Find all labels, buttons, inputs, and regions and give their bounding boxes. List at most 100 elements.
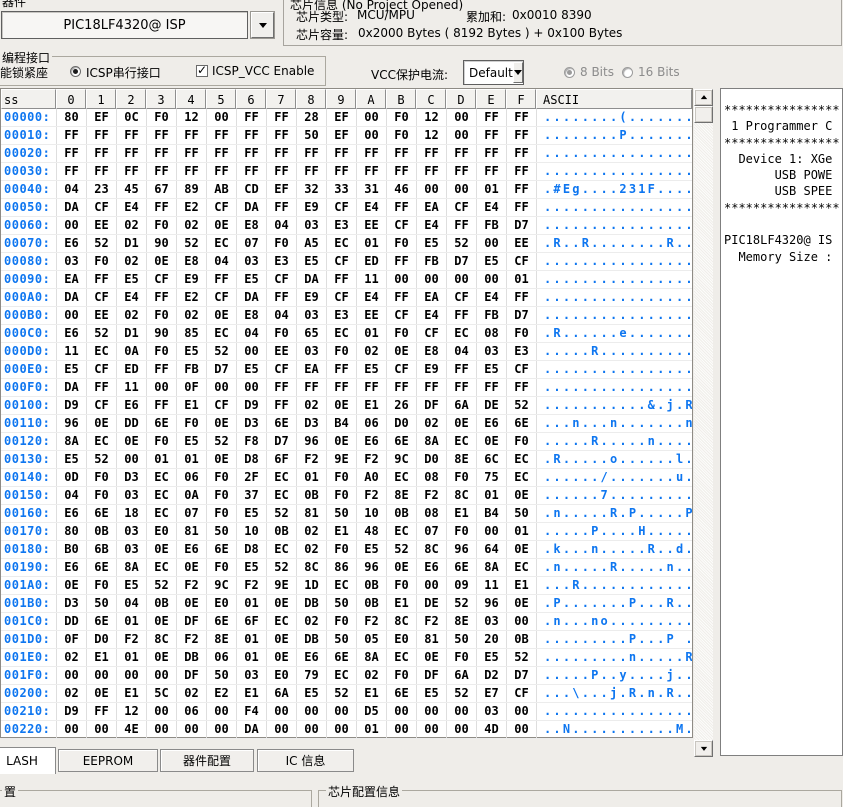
hex-byte[interactable]: 65: [296, 325, 326, 342]
hex-byte[interactable]: 06: [356, 415, 386, 432]
hex-byte[interactable]: 00: [416, 703, 446, 720]
hex-byte[interactable]: EE: [86, 217, 116, 234]
hex-byte[interactable]: 02: [296, 523, 326, 540]
hex-byte[interactable]: CF: [446, 199, 476, 216]
hex-byte[interactable]: E4: [116, 199, 146, 216]
hex-byte[interactable]: F2: [236, 577, 266, 594]
hex-byte[interactable]: 52: [146, 577, 176, 594]
hex-byte[interactable]: E4: [416, 307, 446, 324]
hex-byte[interactable]: DF: [176, 667, 206, 684]
hex-byte[interactable]: 11: [476, 577, 506, 594]
hex-byte[interactable]: 52: [86, 451, 116, 468]
hex-byte[interactable]: 07: [236, 235, 266, 252]
hex-byte[interactable]: 0E: [206, 307, 236, 324]
row-ascii[interactable]: .#Eg....231F....: [536, 181, 692, 198]
hex-byte[interactable]: E2: [176, 289, 206, 306]
hex-byte[interactable]: E5: [356, 361, 386, 378]
hex-byte[interactable]: 26: [386, 397, 416, 414]
hex-byte[interactable]: 08: [476, 325, 506, 342]
hex-byte[interactable]: E1: [446, 505, 476, 522]
hex-byte[interactable]: D2: [476, 667, 506, 684]
hex-byte[interactable]: 02: [176, 307, 206, 324]
hex-byte[interactable]: FF: [446, 145, 476, 162]
hex-byte[interactable]: 0F: [56, 631, 86, 648]
hex-byte[interactable]: 8A: [56, 433, 86, 450]
hex-byte[interactable]: FF: [326, 145, 356, 162]
hex-byte[interactable]: A0: [356, 469, 386, 486]
hex-byte[interactable]: 5C: [146, 685, 176, 702]
hex-byte[interactable]: 67: [146, 181, 176, 198]
hex-byte[interactable]: 00: [386, 721, 416, 738]
hex-byte[interactable]: 8E: [386, 487, 416, 504]
hex-byte[interactable]: EC: [326, 325, 356, 342]
hex-byte[interactable]: 90: [146, 325, 176, 342]
row-ascii[interactable]: ................: [536, 307, 692, 324]
hex-byte[interactable]: DA: [296, 271, 326, 288]
hex-byte[interactable]: F0: [146, 343, 176, 360]
hex-byte[interactable]: 04: [266, 217, 296, 234]
hex-byte[interactable]: 04: [206, 253, 236, 270]
hex-byte[interactable]: 8E: [446, 451, 476, 468]
hex-byte[interactable]: FF: [416, 145, 446, 162]
hex-byte[interactable]: ED: [356, 253, 386, 270]
hex-byte[interactable]: 32: [296, 181, 326, 198]
hex-byte[interactable]: 0B: [386, 505, 416, 522]
hex-byte[interactable]: FF: [146, 145, 176, 162]
hex-byte[interactable]: EC: [446, 325, 476, 342]
hex-byte[interactable]: D8: [236, 541, 266, 558]
hex-byte[interactable]: 04: [56, 181, 86, 198]
hex-byte[interactable]: 0E: [386, 343, 416, 360]
hex-byte[interactable]: 00: [296, 703, 326, 720]
hex-byte[interactable]: 23: [86, 181, 116, 198]
hex-byte[interactable]: 03: [296, 343, 326, 360]
hex-byte[interactable]: E6: [56, 505, 86, 522]
icsp-vcc-checkbox[interactable]: [196, 65, 208, 77]
hex-byte[interactable]: F0: [206, 469, 236, 486]
hex-byte[interactable]: E4: [476, 199, 506, 216]
hex-byte[interactable]: FF: [446, 361, 476, 378]
hex-byte[interactable]: D3: [236, 415, 266, 432]
hex-byte[interactable]: 75: [476, 469, 506, 486]
hex-byte[interactable]: E2: [176, 199, 206, 216]
hex-byte[interactable]: F0: [176, 415, 206, 432]
hex-byte[interactable]: 00: [206, 379, 236, 396]
hex-byte[interactable]: F0: [146, 433, 176, 450]
hex-byte[interactable]: 0E: [506, 487, 536, 504]
hex-byte[interactable]: 80: [56, 109, 86, 126]
hex-byte[interactable]: DA: [236, 721, 266, 738]
hex-byte[interactable]: E1: [356, 685, 386, 702]
hex-byte[interactable]: FF: [86, 145, 116, 162]
hex-byte[interactable]: FF: [266, 379, 296, 396]
hex-byte[interactable]: E6: [176, 541, 206, 558]
hex-byte[interactable]: 00: [416, 721, 446, 738]
hex-byte[interactable]: DA: [236, 289, 266, 306]
hex-byte[interactable]: 00: [146, 703, 176, 720]
hex-byte[interactable]: EC: [206, 235, 236, 252]
hex-byte[interactable]: 8A: [116, 559, 146, 576]
tab-flash[interactable]: LASH: [0, 747, 56, 774]
hex-byte[interactable]: FF: [446, 217, 476, 234]
hex-byte[interactable]: 01: [236, 631, 266, 648]
hex-byte[interactable]: 52: [326, 685, 356, 702]
row-ascii[interactable]: .P.......P...R..: [536, 595, 692, 612]
hex-byte[interactable]: EC: [446, 433, 476, 450]
hex-byte[interactable]: E5: [236, 505, 266, 522]
hex-byte[interactable]: EA: [416, 199, 446, 216]
hex-byte[interactable]: 50: [296, 127, 326, 144]
hex-byte[interactable]: 46: [386, 181, 416, 198]
hex-byte[interactable]: 6E: [146, 415, 176, 432]
hex-byte[interactable]: 11: [56, 343, 86, 360]
row-ascii[interactable]: .n.....R.P.....P: [536, 505, 692, 522]
hex-byte[interactable]: F0: [386, 127, 416, 144]
hex-byte[interactable]: 8E: [206, 631, 236, 648]
hex-byte[interactable]: FF: [176, 127, 206, 144]
hex-byte[interactable]: CF: [206, 289, 236, 306]
hex-byte[interactable]: 03: [476, 703, 506, 720]
hex-byte[interactable]: CF: [86, 199, 116, 216]
hex-byte[interactable]: 01: [356, 235, 386, 252]
hex-byte[interactable]: EC: [506, 451, 536, 468]
hex-byte[interactable]: E4: [476, 289, 506, 306]
hex-byte[interactable]: 6E: [386, 685, 416, 702]
hex-byte[interactable]: E4: [356, 289, 386, 306]
hex-byte[interactable]: 01: [296, 469, 326, 486]
